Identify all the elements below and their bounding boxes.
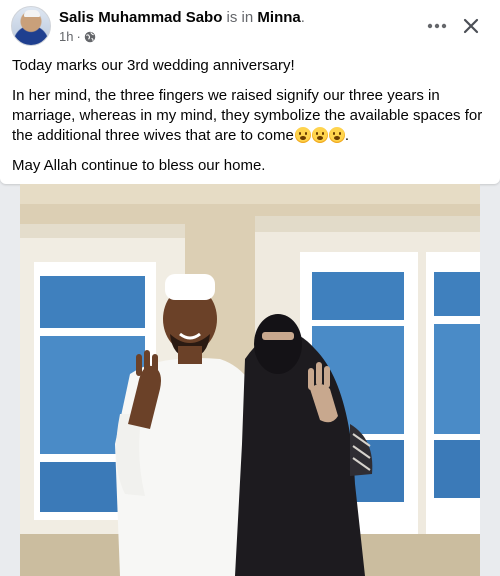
post-paragraph: Today marks our 3rd wedding anniversary! <box>12 57 295 74</box>
is-in-text: is in <box>226 9 254 26</box>
post-paragraph: May Allah continue to bless our home. <box>12 157 266 174</box>
post-paragraph: In her mind, the three fingers we raised… <box>12 87 483 144</box>
author-avatar[interactable] <box>11 6 51 46</box>
author-name[interactable]: Salis Muhammad Sabo <box>59 9 222 26</box>
location-suffix: . <box>300 9 305 26</box>
close-button[interactable] <box>457 12 485 40</box>
timestamp[interactable]: 1h <box>59 29 73 45</box>
post-body: Today marks our 3rd wedding anniversary!… <box>12 56 490 186</box>
post-meta: 1h · <box>59 29 96 45</box>
post-photo[interactable] <box>20 184 480 576</box>
location-link[interactable]: Minna <box>257 9 300 26</box>
photo-illustration <box>20 184 480 576</box>
flushed-face-emoji-icon <box>294 127 311 143</box>
close-icon <box>463 18 479 34</box>
post-card: Salis Muhammad Sabo is in Minna. 1h · To… <box>0 0 500 184</box>
flushed-face-emoji-icon <box>328 127 345 143</box>
meta-separator: · <box>76 29 81 44</box>
more-options-button[interactable] <box>423 12 451 40</box>
globe-icon[interactable] <box>84 31 96 43</box>
post-header: Salis Muhammad Sabo is in Minna. 1h · <box>11 6 489 48</box>
flushed-face-emoji-icon <box>311 127 328 143</box>
author-line: Salis Muhammad Sabo is in Minna. <box>59 9 305 27</box>
more-horizontal-icon <box>427 23 447 29</box>
